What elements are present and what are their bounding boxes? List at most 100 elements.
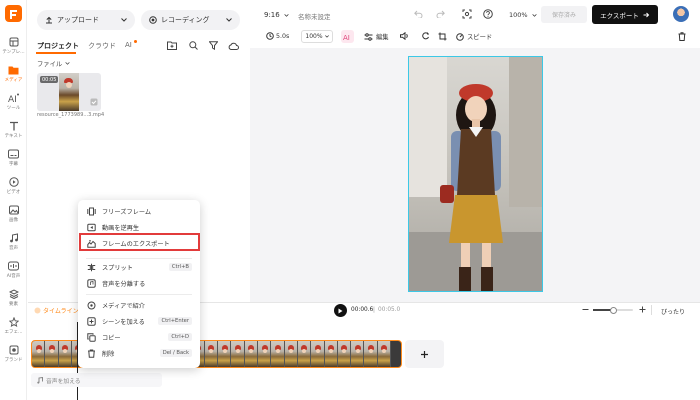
menu-item-copy[interactable]: コピー Ctrl+D (78, 330, 200, 344)
rail-item-media[interactable]: メディア (0, 64, 27, 83)
clip-frame (244, 341, 259, 367)
total-time: 00:05.0 (378, 307, 401, 313)
speed-label: スピード (467, 34, 493, 41)
menu-label: フリーズフレーム (102, 208, 152, 216)
file-filter-label: ファイル (37, 61, 63, 68)
rail-item-effects[interactable]: エフェ… (0, 316, 27, 335)
menu-item-delete[interactable]: 削除 Del / Back (78, 346, 200, 360)
effects-icon (8, 316, 20, 328)
svg-text:AI: AI (343, 34, 350, 41)
current-time: 00:00.6 (351, 307, 374, 313)
search-icon[interactable] (189, 41, 198, 50)
menu-separator (86, 294, 192, 295)
add-clip-button[interactable] (405, 340, 444, 368)
record-button[interactable]: レコーディング (141, 10, 240, 30)
video-preview[interactable] (408, 56, 543, 292)
duration-control[interactable]: 5.0s (266, 32, 289, 40)
zoom-in-icon[interactable] (639, 306, 646, 313)
user-avatar[interactable] (673, 6, 689, 22)
checkbox-icon[interactable] (90, 98, 98, 106)
rail-label: 音声 (9, 246, 18, 251)
edit-adjust-button[interactable]: 編集 (364, 32, 389, 41)
clip-zoom-value: 100% (305, 33, 323, 40)
tab-project[interactable]: プロジェクト (37, 41, 79, 51)
aspect-ratio-label: 9:16 (264, 11, 280, 19)
clip-frame (258, 341, 272, 367)
timeline-label-text: タイムライン (43, 308, 79, 315)
rail-label: 画像 (9, 218, 18, 223)
menu-item-locate-in-media[interactable]: メディアで紹介 (78, 298, 200, 312)
add-folder-icon[interactable] (167, 41, 177, 50)
chevron-down-icon (65, 62, 70, 65)
rail-label: メディア (4, 78, 23, 83)
media-folder-icon (8, 64, 20, 76)
rotate-icon[interactable] (422, 32, 430, 41)
fit-timeline-button[interactable]: ぴったり (661, 307, 685, 316)
chevron-down-icon (284, 13, 289, 17)
upload-button[interactable]: アップロード (37, 10, 135, 30)
help-icon[interactable] (483, 9, 493, 19)
file-filter-dropdown[interactable]: ファイル (37, 59, 70, 68)
rail-item-elements[interactable]: 要素 (0, 288, 27, 307)
media-thumbnail[interactable]: 00:05 (37, 73, 101, 111)
cloud-icon[interactable] (228, 42, 239, 50)
shortcut-badge: Ctrl+D (168, 332, 192, 341)
ai-magic-icon[interactable]: AI (341, 30, 354, 43)
tab-ai[interactable]: AI (125, 41, 132, 49)
saved-status-button[interactable]: 保存済み (541, 6, 587, 23)
rail-item-template[interactable]: テンプレ… (0, 36, 27, 55)
redo-icon[interactable] (436, 10, 445, 18)
add-audio-button[interactable]: 音声を加える (31, 373, 162, 387)
rail-label: ビデオ (6, 190, 21, 195)
clip-frame (271, 341, 285, 367)
rail-item-video[interactable]: ビデオ (0, 176, 27, 195)
rail-item-brand[interactable]: ブランド (0, 344, 27, 363)
ai-voice-icon (8, 260, 20, 272)
filter-icon[interactable] (209, 41, 218, 50)
chevron-down-icon (121, 18, 127, 22)
menu-label: メディアで紹介 (102, 302, 145, 310)
undo-icon[interactable] (414, 10, 423, 18)
rail-label: 要素 (9, 302, 18, 307)
rail-label: 字幕 (9, 162, 18, 167)
sliders-icon (364, 32, 373, 41)
zoom-dropdown[interactable]: 100% (509, 11, 537, 19)
timeline-zoom-slider-thumb[interactable] (610, 306, 617, 314)
menu-item-split[interactable]: スプリット Ctrl+B (78, 260, 200, 274)
rail-item-ai-voice[interactable]: AI音声 (0, 260, 27, 279)
menu-label: 音声を分離する (102, 280, 146, 288)
rail-item-ai-tools[interactable]: AI ツール (0, 92, 27, 111)
locate-icon (87, 301, 96, 310)
rail-label: エフェ… (4, 330, 23, 335)
menu-item-reverse[interactable]: 動画を逆再生 (78, 220, 200, 234)
copy-icon (87, 332, 96, 342)
delete-clip-icon[interactable] (678, 32, 686, 41)
timeline-zoom-slider[interactable] (593, 306, 633, 314)
rail-item-text[interactable]: テキスト (0, 120, 27, 139)
screenshot-icon[interactable] (462, 9, 472, 19)
rail-item-music[interactable]: 音声 (0, 232, 27, 251)
clip-frame (231, 341, 245, 367)
play-button[interactable] (334, 304, 347, 317)
aspect-ratio-dropdown[interactable]: 9:16 (264, 11, 289, 19)
speed-button[interactable]: スピード (456, 32, 492, 41)
clock-icon (266, 32, 274, 40)
menu-label: スプリット (102, 264, 133, 272)
clip-frame (364, 341, 378, 367)
crop-icon[interactable] (438, 32, 447, 41)
clip-frame (58, 341, 72, 367)
project-title[interactable]: 名称未設定 (298, 11, 331, 21)
clip-zoom-dropdown[interactable]: 100% (301, 30, 333, 43)
export-button[interactable]: エクスポート (592, 5, 658, 24)
preview-frame-image (409, 57, 542, 291)
volume-icon[interactable] (400, 32, 409, 40)
menu-item-freeze-frame[interactable]: フリーズフレーム (78, 204, 200, 218)
zoom-out-icon[interactable] (582, 306, 589, 313)
shortcut-badge: Ctrl+B (168, 262, 192, 271)
menu-label: シーンを加える (102, 318, 145, 326)
rail-item-image[interactable]: 画像 (0, 204, 27, 223)
menu-item-detach-audio[interactable]: 音声を分離する (78, 276, 200, 290)
menu-item-add-scene[interactable]: シーンを加える Ctrl+Enter (78, 314, 200, 328)
tab-cloud[interactable]: クラウド (88, 41, 116, 51)
rail-item-subtitle[interactable]: 字幕 (0, 148, 27, 167)
